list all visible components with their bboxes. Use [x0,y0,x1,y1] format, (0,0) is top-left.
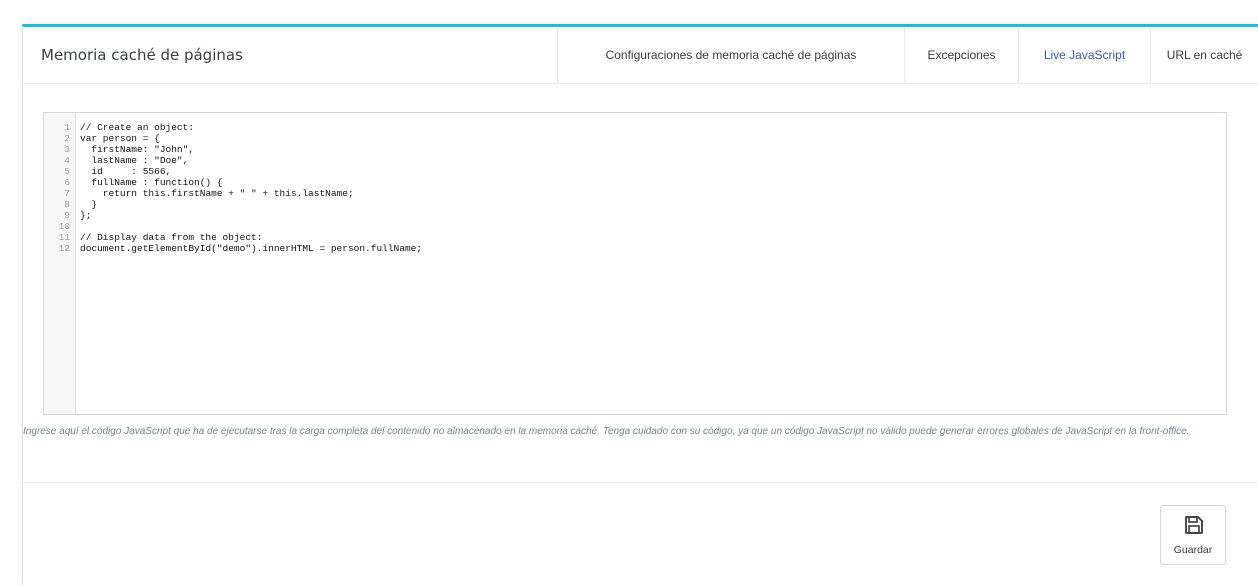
footer-divider [23,482,1258,483]
help-text: Ingrese aquí el código JavaScript que ha… [23,426,1190,437]
line-number: 1 [64,122,70,133]
save-button-label: Guardar [1173,544,1213,556]
tab-bar: Configuraciones de memoria caché de pági… [557,27,1258,83]
line-number: 8 [64,199,70,210]
tab-live-javascript[interactable]: Live JavaScript [1018,27,1150,83]
code-text: document.getElementById("demo").innerHTM… [80,243,423,254]
code-text: }; [80,210,92,221]
code-text: var person = { [80,133,160,144]
code-text: } [80,199,98,210]
code-text: lastName : "Doe", [80,155,189,166]
code-text: // Create an object: [80,122,195,133]
line-number: 2 [64,133,70,144]
code-text: id : 5566, [80,166,172,177]
page-cache-panel: Memoria caché de páginas Configuraciones… [22,24,1258,585]
line-number: 12 [58,243,70,254]
code-text: fullName : function() { [80,177,223,188]
line-number: 7 [64,188,70,199]
line-number: 10 [58,221,70,232]
line-number: 11 [58,232,70,243]
line-number: 5 [64,166,70,177]
tab-page-cache-settings[interactable]: Configuraciones de memoria caché de pági… [557,27,904,83]
save-button[interactable]: Guardar [1160,505,1226,565]
code-text: // Display data from the object: [80,232,263,243]
line-number: 9 [64,210,70,221]
javascript-code-editor[interactable]: 1// Create an object: 2 var person = { 3 … [43,112,1227,415]
line-number: 4 [64,155,70,166]
code-text: return this.firstName + " " + this.lastN… [80,188,354,199]
panel-title: Memoria caché de páginas [41,46,243,64]
line-number: 6 [64,177,70,188]
tab-exceptions[interactable]: Excepciones [904,27,1018,83]
floppy-disk-icon [1185,516,1203,534]
code-text: firstName: "John", [80,144,195,155]
tab-cached-urls[interactable]: URL en caché [1150,27,1258,83]
panel-header: Memoria caché de páginas Configuraciones… [23,27,1258,84]
line-number: 3 [64,144,70,155]
